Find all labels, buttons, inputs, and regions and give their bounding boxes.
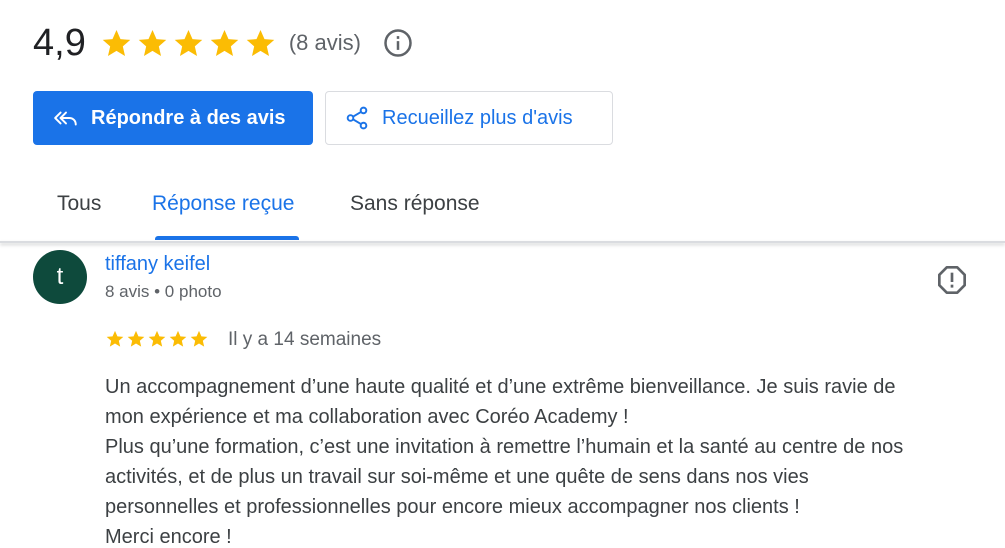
report-icon[interactable]: [936, 264, 968, 296]
review-stars: [105, 329, 209, 349]
review-count: (8 avis): [288, 30, 361, 55]
review-line: mon expérience et ma collaboration avec …: [105, 406, 629, 428]
tab-all[interactable]: Tous: [57, 192, 101, 216]
avatar-letter: t: [56, 263, 64, 290]
reply-all-icon: [54, 111, 77, 126]
star-icon: [246, 29, 275, 56]
review-line: Un accompagnement d’une haute qualité et…: [105, 376, 896, 398]
review-line: Merci encore !: [105, 526, 232, 548]
review-line: personnelles et professionnelles pour en…: [105, 496, 800, 518]
tabs-divider: [0, 241, 1005, 243]
tab-replied[interactable]: Réponse reçue: [152, 192, 294, 216]
rating-stars: [100, 27, 277, 60]
reviewer-name[interactable]: tiffany keifel: [105, 253, 210, 276]
reviewer-meta: 8 avis • 0 photo: [105, 282, 222, 301]
tab-unanswered[interactable]: Sans réponse: [350, 192, 480, 216]
star-icon: [148, 330, 166, 347]
review-body: Un accompagnement d’une haute qualité et…: [105, 372, 985, 548]
review-line: Plus qu’une formation, c’est une invitat…: [105, 436, 904, 458]
star-icon: [190, 330, 208, 347]
star-icon: [106, 330, 124, 347]
collect-button-label: Recueillez plus d'avis: [382, 106, 573, 129]
star-icon: [127, 330, 145, 347]
star-icon: [174, 29, 203, 56]
star-icon: [210, 29, 239, 56]
average-rating: 4,9: [33, 22, 86, 64]
review-line: activités, et de plus un travail sur soi…: [105, 466, 809, 488]
reply-to-reviews-button[interactable]: Répondre à des avis: [33, 91, 313, 145]
review-date: Il y a 14 semaines: [228, 329, 382, 350]
star-icon: [102, 29, 131, 56]
active-tab-indicator: [155, 236, 299, 240]
collect-reviews-button[interactable]: Recueillez plus d'avis: [325, 91, 613, 145]
star-icon: [169, 330, 187, 347]
review-filter-tabs: Tous Réponse reçue Sans réponse: [0, 170, 1005, 242]
rating-summary: 4,9 (8 avis): [33, 20, 413, 66]
share-icon: [346, 106, 368, 130]
avatar[interactable]: t: [33, 250, 87, 304]
info-icon[interactable]: [383, 28, 413, 58]
star-icon: [138, 29, 167, 56]
reply-button-label: Répondre à des avis: [91, 106, 286, 129]
